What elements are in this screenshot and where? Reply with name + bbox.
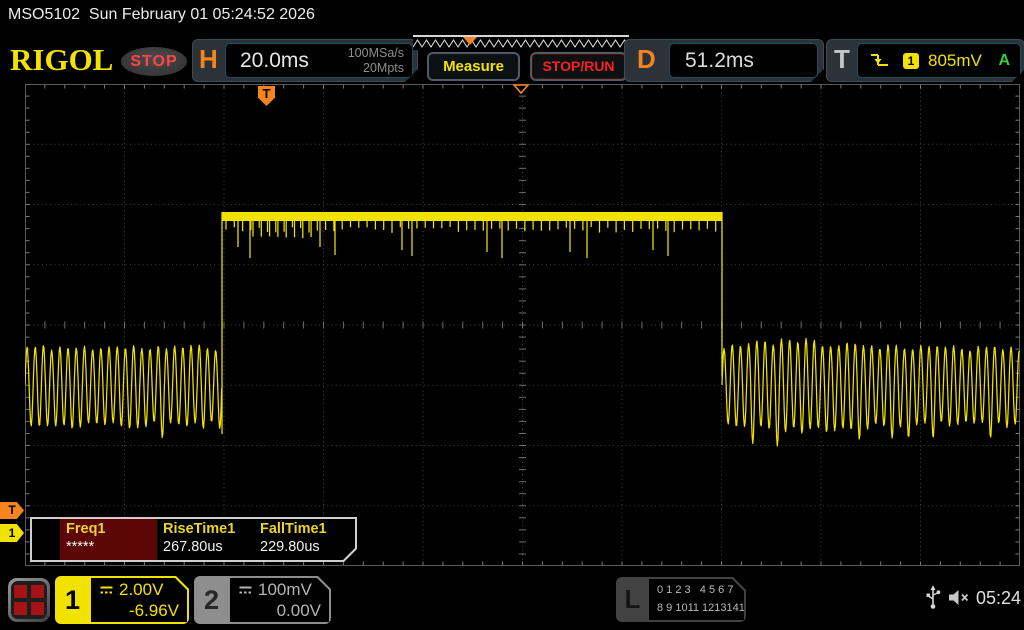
- measurement-item-falltime[interactable]: FallTime1 229.80us: [254, 519, 351, 560]
- measurement-label: FallTime1: [260, 521, 351, 537]
- channel2-number-badge: 2: [194, 576, 229, 624]
- measurement-panel-body: Freq1 ***** RiseTime1 267.80us FallTime1…: [32, 519, 355, 560]
- speaker-muted-icon: [948, 589, 973, 606]
- channel1-offset: -6.96V: [99, 601, 179, 621]
- horizontal-label: H: [199, 40, 218, 79]
- menu-button[interactable]: [8, 578, 50, 622]
- logic-analyzer-status-box[interactable]: L 0 1 2 3 4 5 6 7 8 9 1011 12131415: [616, 577, 746, 622]
- delay-settings-group[interactable]: D 51.2ms: [624, 39, 824, 82]
- measurement-label: Freq1: [66, 521, 157, 537]
- measurement-item-risetime[interactable]: RiseTime1 267.80us: [157, 519, 254, 560]
- horizontal-settings-group[interactable]: H 20.0ms 100MSa/s 20Mpts: [192, 39, 418, 82]
- dc-coupling-icon: [99, 585, 114, 595]
- channel2-offset: 0.00V: [238, 601, 321, 621]
- trigger-label: T: [834, 40, 850, 79]
- channel1-values: 2.00V -6.96V: [91, 578, 187, 622]
- delay-box[interactable]: 51.2ms: [669, 43, 818, 78]
- channel1-waveform: [25, 84, 1020, 566]
- trigger-mode-indicator: A: [998, 52, 1010, 70]
- measurement-item-freq[interactable]: Freq1 *****: [60, 519, 157, 560]
- trigger-level-marker[interactable]: T: [0, 502, 24, 519]
- delay-label: D: [637, 40, 656, 79]
- timebase-box[interactable]: 20.0ms 100MSa/s 20Mpts: [225, 43, 413, 78]
- delay-position-icon[interactable]: [513, 84, 529, 94]
- channel2-status-box[interactable]: 2 100mV 0.00V: [194, 576, 331, 624]
- channel1-number-badge: 1: [55, 576, 90, 624]
- digital-channels-row2: 8 9 1011 12131415: [657, 600, 744, 617]
- measure-button[interactable]: Measure: [427, 52, 520, 81]
- digital-channels-row1: 0 1 2 3 4 5 6 7: [657, 582, 744, 599]
- measurement-value: 267.80us: [163, 539, 254, 555]
- menu-grid-icon: [11, 581, 47, 619]
- delay-value: 51.2ms: [670, 49, 754, 73]
- measurement-value: *****: [66, 539, 157, 555]
- waveform-overview-icon: [413, 35, 629, 50]
- measurement-value: 229.80us: [260, 539, 351, 555]
- memory-depth: 20Mpts: [363, 61, 404, 75]
- timebase-value: 20.0ms: [226, 49, 309, 73]
- trigger-settings-group[interactable]: T 1 805mV A: [826, 39, 1024, 82]
- channel1-scale: 2.00V: [119, 580, 163, 600]
- trigger-box[interactable]: 1 805mV A: [857, 43, 1021, 78]
- measurement-label: RiseTime1: [163, 521, 254, 537]
- usb-icon: [925, 584, 941, 610]
- measurement-panel[interactable]: Freq1 ***** RiseTime1 267.80us FallTime1…: [30, 517, 357, 562]
- channel2-scale: 100mV: [258, 580, 312, 600]
- logic-analyzer-label: L: [616, 577, 649, 622]
- trigger-slope-falling-icon: [870, 52, 889, 69]
- channel1-ground-marker[interactable]: 1: [0, 524, 24, 542]
- stop-run-button[interactable]: STOP/RUN: [530, 52, 627, 81]
- page-title: MSO5102 Sun February 01 05:24:52 2026: [8, 6, 315, 24]
- run-state-badge[interactable]: STOP: [121, 47, 187, 76]
- oscilloscope-screen: MSO5102 Sun February 01 05:24:52 2026 RI…: [0, 0, 1024, 630]
- rigol-logo: RIGOL: [10, 42, 113, 78]
- dc-coupling-icon: [238, 585, 253, 595]
- acquisition-info: 100MSa/s 20Mpts: [348, 46, 412, 76]
- channel1-status-box[interactable]: 1 2.00V -6.96V: [55, 576, 189, 624]
- waveform-display-area: T Freq1 ***** RiseTime1 267.80us FallTim…: [25, 84, 1020, 566]
- trigger-level-value: 805mV: [928, 51, 982, 71]
- sample-rate: 100MSa/s: [348, 46, 404, 60]
- logic-analyzer-channels: 0 1 2 3 4 5 6 7 8 9 1011 12131415: [649, 579, 744, 620]
- waveform-position-bar[interactable]: [413, 35, 629, 50]
- system-clock: 05:24: [976, 588, 1021, 609]
- channel2-values: 100mV 0.00V: [230, 578, 329, 622]
- trigger-source-badge: 1: [903, 53, 919, 69]
